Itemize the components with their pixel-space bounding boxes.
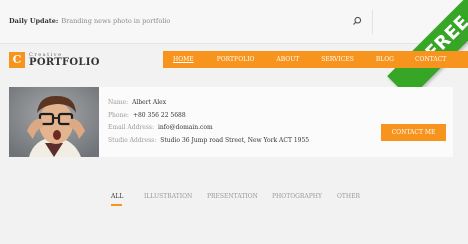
- daily-update-label: Daily Update:: [9, 17, 59, 25]
- email-label: Email Address:: [108, 124, 155, 131]
- daily-update-text[interactable]: Branding news photo in portfolio: [61, 17, 170, 25]
- address-value: Studio 36 Jump road Street, New York ACT…: [160, 136, 310, 144]
- portfolio-filters: ALL ILLUSTRATION PRESENTATION PHOTOGRAPH…: [0, 193, 468, 209]
- filter-presentation[interactable]: PRESENTATION: [207, 193, 258, 200]
- profile-photo: [9, 87, 99, 157]
- logo-mark: C: [9, 52, 25, 68]
- profile-email-row: Email Address: info@domain.com: [108, 122, 309, 135]
- filter-photography[interactable]: PHOTOGRAPHY: [272, 193, 322, 200]
- nav-item-services[interactable]: SERVICES: [321, 51, 354, 68]
- phone-label: Phone:: [108, 111, 129, 119]
- filter-illustration[interactable]: ILLUSTRATION: [144, 193, 192, 200]
- free-ribbon: FREE: [376, 0, 468, 92]
- email-value[interactable]: info@domain.com: [158, 122, 213, 135]
- profile-name-row: Name: Albert Alex: [108, 97, 309, 110]
- profile-card: Name: Albert Alex Phone: +80 356 22 5688…: [9, 87, 453, 157]
- active-filter-underline: [111, 204, 122, 206]
- free-ribbon-label: FREE: [387, 0, 468, 92]
- filter-other[interactable]: OTHER: [337, 193, 360, 200]
- name-value: Albert Alex: [132, 99, 167, 106]
- site-logo[interactable]: C Creative PORTFOLIO: [9, 51, 100, 69]
- contact-me-button[interactable]: CONTACT ME: [381, 124, 446, 141]
- logo-title: PORTFOLIO: [29, 56, 100, 68]
- search-icon[interactable]: [352, 16, 362, 26]
- address-label: Studio Address:: [108, 136, 157, 144]
- nav-item-home[interactable]: HOME: [173, 51, 194, 68]
- filter-all[interactable]: ALL: [111, 193, 123, 200]
- nav-item-about[interactable]: ABOUT: [276, 51, 299, 68]
- top-bar-divider: [372, 10, 373, 34]
- nav-item-portfolio[interactable]: PORTFOLIO: [217, 51, 255, 68]
- phone-value: +80 356 22 5688: [132, 111, 186, 119]
- profile-info: Name: Albert Alex Phone: +80 356 22 5688…: [108, 97, 309, 147]
- profile-address-row: Studio Address: Studio 36 Jump road Stre…: [108, 135, 309, 148]
- nav-item-contact[interactable]: CONTACT: [415, 51, 446, 68]
- profile-phone-row: Phone: +80 356 22 5688: [108, 110, 309, 123]
- name-label: Name:: [108, 99, 129, 106]
- main-nav: HOME PORTFOLIO ABOUT SERVICES BLOG CONTA…: [163, 51, 468, 68]
- daily-update: Daily Update: Branding news photo in port…: [9, 17, 170, 25]
- nav-item-blog[interactable]: BLOG: [376, 51, 394, 68]
